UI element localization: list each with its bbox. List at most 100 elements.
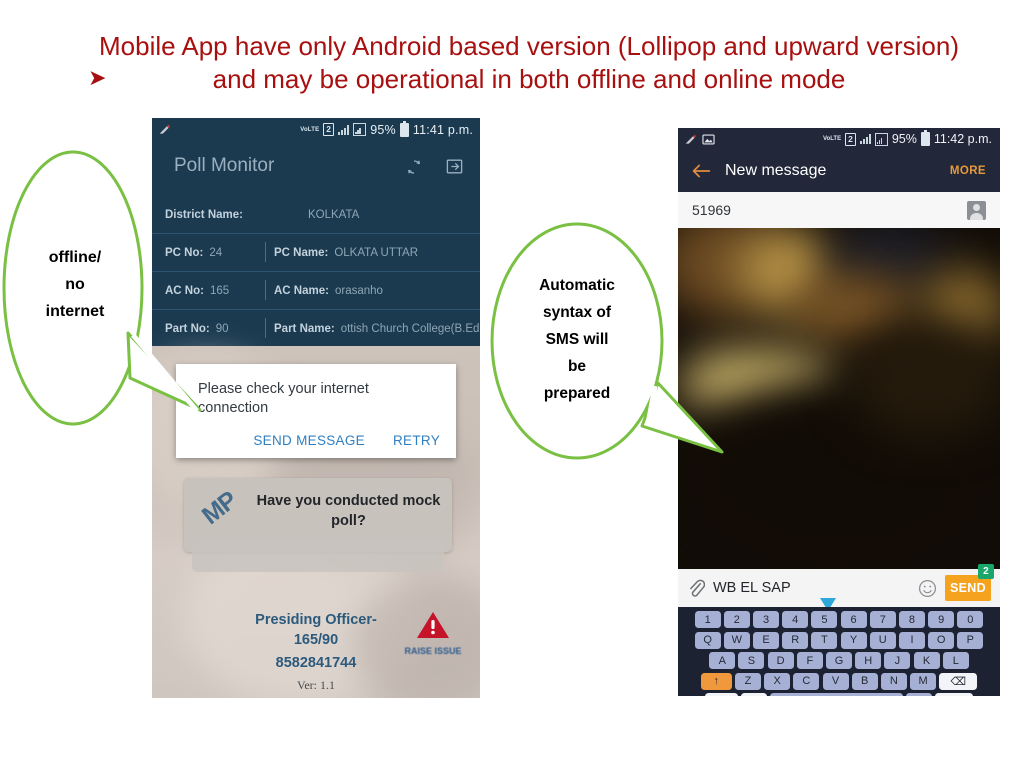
key-h[interactable]: H: [855, 652, 882, 669]
row-label-2: Part Name:: [274, 322, 335, 335]
key-u[interactable]: U: [869, 631, 896, 649]
bullet-icon: ➤: [88, 65, 107, 90]
key-2[interactable]: 2: [723, 611, 750, 628]
retry-button[interactable]: RETRY: [393, 433, 440, 448]
row-value-2: OLKATA UTTAR: [334, 246, 419, 259]
row-value: 24: [209, 246, 223, 259]
battery-percent-label: 95%: [370, 122, 396, 137]
smiley-icon[interactable]: [918, 579, 937, 598]
row-label: District Name:: [165, 208, 243, 221]
status-bar-left: VoLTE 2 95% 11:41 p.m.: [152, 118, 480, 141]
key-v[interactable]: V: [822, 672, 849, 690]
row-value: 165: [209, 284, 230, 297]
paperclip-icon[interactable]: [688, 579, 705, 598]
key-z[interactable]: Z: [734, 672, 761, 690]
period-key[interactable]: .: [906, 693, 933, 696]
key-1[interactable]: 1: [694, 611, 721, 628]
key-g[interactable]: G: [826, 652, 852, 669]
callout-sms-line-1: Automatic: [539, 277, 615, 294]
table-row: Part No: 90 Part Name: ottish Church Col…: [152, 310, 480, 347]
callout-offline-line-2: no: [65, 276, 85, 293]
key-r[interactable]: R: [782, 631, 809, 649]
table-row: AC No: 165 AC Name: orasanho: [152, 272, 480, 310]
internet-error-dialog: Please check your internet connection SE…: [176, 364, 456, 458]
keyboard-row-asdf: A S D F G H J K L: [678, 652, 1000, 669]
shift-key[interactable]: ↑: [700, 672, 732, 690]
contact-icon[interactable]: [967, 200, 986, 220]
mock-poll-card[interactable]: MP Have you conducted mock poll?: [184, 478, 452, 552]
key-s[interactable]: S: [738, 652, 765, 669]
key-q[interactable]: Q: [694, 631, 721, 649]
row-value-2: ottish Church College(B.Ed: [340, 322, 480, 335]
key-o[interactable]: O: [928, 631, 955, 649]
key-d[interactable]: D: [767, 652, 794, 669]
key-7[interactable]: 7: [869, 611, 896, 628]
raise-issue-button[interactable]: RAISE ISSUE: [404, 610, 462, 656]
key-9[interactable]: 9: [928, 611, 955, 628]
row-value-group: PC Name: OLKATA UTTAR: [274, 247, 418, 259]
key-f[interactable]: F: [796, 652, 823, 669]
row-divider: [265, 318, 266, 338]
recipient-row[interactable]: 51969: [678, 192, 1000, 229]
send-message-button[interactable]: SEND MESSAGE: [253, 433, 365, 448]
key-n[interactable]: N: [880, 672, 907, 690]
callout-sms-label: Automatic syntax of SMS will be prepared: [512, 272, 642, 407]
key-p[interactable]: P: [957, 631, 984, 649]
key-4[interactable]: 4: [782, 611, 809, 628]
callout-offline-line-1: offline/: [48, 249, 102, 266]
row-label: Part No:: [165, 322, 210, 335]
table-row: District Name: KOLKATA: [152, 196, 480, 234]
table-row: PC No: 24 PC Name: OLKATA UTTAR: [152, 234, 480, 272]
key-y[interactable]: Y: [840, 631, 867, 649]
row-value: 90: [215, 322, 229, 335]
key-i[interactable]: I: [898, 631, 925, 649]
refresh-icon[interactable]: [405, 158, 423, 176]
poll-info-panel: District Name: KOLKATA PC No: 24 PC Name…: [152, 196, 480, 346]
app-bar-right: New message MORE: [678, 150, 1000, 192]
key-j[interactable]: J: [884, 652, 911, 669]
keyboard-row-qwerty: Q W E R T Y U I O P: [678, 631, 1000, 649]
warning-triangle-icon: [417, 612, 449, 638]
key-a[interactable]: A: [709, 652, 736, 669]
back-arrow-icon[interactable]: [692, 163, 711, 179]
key-w[interactable]: W: [723, 631, 750, 649]
page-title: Mobile App have only Android based versi…: [99, 31, 959, 94]
message-text[interactable]: WB EL SAP: [713, 580, 791, 596]
enter-key[interactable]: ↵: [935, 693, 974, 696]
key-6[interactable]: 6: [840, 611, 867, 628]
app-title: Poll Monitor: [174, 155, 275, 176]
key-b[interactable]: B: [851, 672, 878, 690]
key-e[interactable]: E: [753, 631, 780, 649]
logout-icon[interactable]: [445, 157, 464, 176]
send-button[interactable]: SEND 2: [945, 564, 994, 601]
row-value-group: Part Name: ottish Church College(B.Ed: [274, 323, 479, 335]
clock-label: 11:41 p.m.: [412, 122, 473, 137]
dialog-actions: SEND MESSAGE RETRY: [253, 433, 440, 448]
row-label-2: AC Name:: [274, 284, 329, 297]
key-0[interactable]: 0: [957, 611, 984, 628]
row-label-2: PC Name:: [274, 246, 329, 259]
key-c[interactable]: C: [793, 672, 820, 690]
space-key[interactable]: ◂ English(UK) ▸: [770, 693, 903, 696]
mp-logo: MP: [196, 486, 243, 531]
key-l[interactable]: L: [942, 652, 969, 669]
key-k[interactable]: K: [913, 652, 940, 669]
symbols-key[interactable]: Sym: [704, 693, 738, 696]
keyboard-row-numbers: 1 2 3 4 5 6 7 8 9 0: [678, 611, 1000, 628]
row-label: AC No:: [165, 284, 204, 297]
status-bar-left-icons: [678, 133, 715, 146]
pen-icon: [685, 134, 697, 144]
key-t[interactable]: T: [811, 631, 838, 649]
volte-icon: VoLTE: [300, 126, 320, 133]
key-5[interactable]: 5: [811, 611, 838, 628]
battery-percent-label: 95%: [891, 132, 917, 146]
key-3[interactable]: 3: [753, 611, 780, 628]
key-8[interactable]: 8: [898, 611, 925, 628]
key-x[interactable]: X: [764, 672, 791, 690]
phone-screenshot-right: VoLTE 2 95% 11:42 p.m. New message MORE …: [678, 128, 1000, 696]
backspace-key[interactable]: ⌫: [939, 672, 978, 690]
emoji-key[interactable]: [740, 693, 767, 696]
signal-icon: [859, 134, 871, 144]
key-m[interactable]: M: [910, 672, 937, 690]
more-button[interactable]: MORE: [950, 165, 986, 177]
